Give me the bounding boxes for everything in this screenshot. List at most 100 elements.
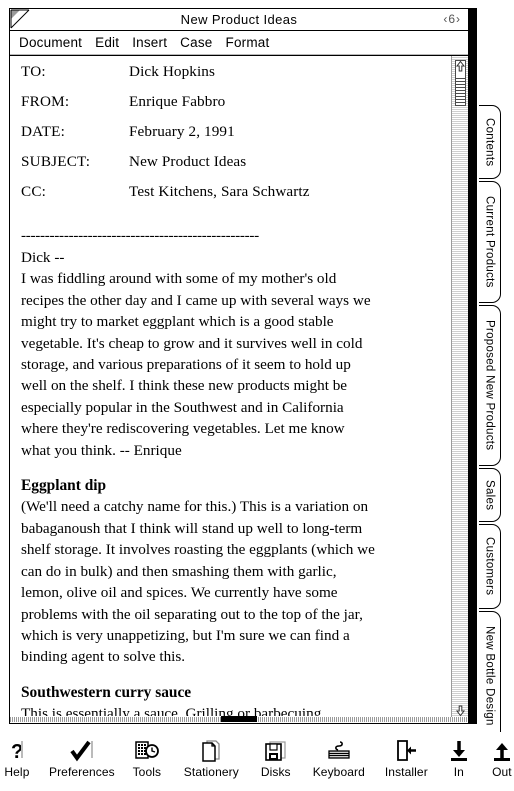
installer-door-icon bbox=[393, 737, 419, 763]
memo-label-subject: SUBJECT: bbox=[21, 153, 91, 170]
intro-line: storage, and various preparations of it … bbox=[21, 356, 351, 374]
page-indicator[interactable]: ‹6› bbox=[443, 12, 461, 26]
intro-line: vegetable. It's cheap to grow and it sur… bbox=[21, 334, 363, 352]
toolbar-label: Disks bbox=[260, 765, 291, 779]
memo-value-cc: Test Kitchens, Sara Schwartz bbox=[129, 183, 310, 200]
toolbar-label: Keyboard bbox=[312, 765, 365, 779]
scroll-up-arrow-icon[interactable] bbox=[455, 60, 466, 73]
memo-row-subject: SUBJECT: New Product Ideas bbox=[21, 152, 310, 182]
document-area: TO: Dick Hopkins FROM: Enrique Fabbro DA… bbox=[10, 55, 468, 722]
salutation-line: Dick -- bbox=[21, 249, 65, 266]
toolbar-button-out[interactable]: Out bbox=[490, 737, 514, 779]
memo-row-from: FROM: Enrique Fabbro bbox=[21, 92, 310, 122]
tab-current-products[interactable]: Current Products bbox=[479, 181, 501, 303]
menu-item-format[interactable]: Format bbox=[226, 35, 270, 50]
floppy-disk-icon bbox=[264, 737, 288, 763]
tab-label: Customers bbox=[483, 537, 496, 596]
toolbar-label: Out bbox=[492, 765, 512, 779]
tab-contents[interactable]: Contents bbox=[479, 105, 501, 179]
menu-item-insert[interactable]: Insert bbox=[132, 35, 167, 50]
tools-clock-icon bbox=[134, 737, 160, 763]
tab-label: Sales bbox=[483, 479, 496, 511]
intro-line: might try to market eggplant which is a … bbox=[21, 313, 334, 331]
menu-item-document[interactable]: Document bbox=[19, 35, 82, 50]
question-mark-icon: ? bbox=[6, 737, 28, 763]
arrow-up-tray-icon bbox=[491, 737, 513, 763]
section2-clipped-line: This is essentially a sauce. Grilling or… bbox=[21, 705, 322, 717]
intro-line: I was fiddling around with some of my mo… bbox=[21, 270, 337, 288]
side-tab-strip: Contents Current Products Proposed New P… bbox=[469, 8, 514, 741]
bottom-toolbar: ? Help Preferences Tools Stationery Disk… bbox=[0, 732, 514, 791]
tab-sales[interactable]: Sales bbox=[479, 468, 501, 522]
menu-bar: Document Edit Insert Case Format bbox=[10, 31, 468, 55]
vertical-scrollbar[interactable] bbox=[451, 56, 468, 722]
memo-label-from: FROM: bbox=[21, 93, 70, 110]
section1-line: (We'll need a catchy name for this.) Thi… bbox=[21, 498, 369, 516]
resize-corner-glyph bbox=[10, 9, 30, 29]
toolbar-label: Help bbox=[4, 765, 30, 779]
menu-item-edit[interactable]: Edit bbox=[95, 35, 119, 50]
toolbar-button-keyboard[interactable]: Keyboard bbox=[313, 737, 365, 779]
window-resize-handle-icon[interactable] bbox=[221, 716, 257, 722]
toolbar-button-tools[interactable]: Tools bbox=[130, 737, 164, 779]
resize-corner-icon[interactable] bbox=[10, 9, 32, 30]
tab-new-bottle-design[interactable]: New Bottle Design bbox=[479, 611, 501, 741]
section1-line: lemon, olive oil and spices. We currentl… bbox=[21, 584, 338, 602]
section1-line: which is very unappetizing, but I'm sure… bbox=[21, 626, 350, 644]
intro-line: well on the shelf. I think these new pro… bbox=[21, 377, 348, 395]
scroll-down-arrow-icon[interactable] bbox=[455, 704, 466, 717]
toolbar-button-disks[interactable]: Disks bbox=[259, 737, 293, 779]
intro-line: recipes the other day and I came up with… bbox=[21, 291, 371, 309]
tab-customers[interactable]: Customers bbox=[479, 524, 501, 609]
memo-value-date: February 2, 1991 bbox=[129, 123, 235, 140]
section1-paragraph: (We'll need a catchy name for this.) Thi… bbox=[21, 496, 443, 667]
section1-line: can do in bulk) and then smashing them w… bbox=[21, 562, 337, 580]
toolbar-label: Stationery bbox=[183, 765, 239, 779]
tab-spine bbox=[469, 8, 477, 724]
toolbar-label: Tools bbox=[132, 765, 162, 779]
memo-row-cc: CC: Test Kitchens, Sara Schwartz bbox=[21, 182, 310, 212]
window-titlebar[interactable]: New Product Ideas ‹6› bbox=[10, 9, 468, 31]
document-text-canvas[interactable]: TO: Dick Hopkins FROM: Enrique Fabbro DA… bbox=[15, 56, 447, 722]
memo-header-table: TO: Dick Hopkins FROM: Enrique Fabbro DA… bbox=[21, 62, 310, 212]
salutation: Dick -- bbox=[21, 247, 443, 268]
toolbar-label: In bbox=[453, 765, 464, 779]
toolbar-button-stationery[interactable]: Stationery bbox=[184, 737, 239, 779]
toolbar-button-in[interactable]: In bbox=[448, 737, 470, 779]
document-window: New Product Ideas ‹6› Document Edit Inse… bbox=[9, 8, 469, 724]
documents-stack-icon bbox=[199, 737, 223, 763]
memo-label-cc: CC: bbox=[21, 183, 47, 200]
memo-value-subject: New Product Ideas bbox=[129, 153, 247, 170]
section-heading-eggplant-dip: Eggplant dip bbox=[21, 477, 107, 495]
checkmark-icon bbox=[69, 737, 95, 763]
memo-value-to: Dick Hopkins bbox=[129, 63, 215, 80]
keyboard-icon bbox=[326, 737, 352, 763]
section1-line: shelf storage. It involves roasting the … bbox=[21, 541, 375, 559]
section-heading-southwestern-curry-sauce: Southwestern curry sauce bbox=[21, 683, 192, 701]
toolbar-button-help[interactable]: ? Help bbox=[0, 737, 34, 779]
tab-proposed-new-products[interactable]: Proposed New Products bbox=[479, 305, 501, 466]
tab-label: Contents bbox=[483, 117, 496, 167]
toolbar-label: Preferences bbox=[48, 765, 115, 779]
toolbar-button-preferences[interactable]: Preferences bbox=[49, 737, 115, 779]
intro-line: where they're rediscovering vegetables. … bbox=[21, 420, 345, 438]
window-title: New Product Ideas bbox=[180, 12, 298, 27]
section2-paragraph: This is essentially a sauce. Grilling or… bbox=[21, 703, 443, 716]
section1-line: problems with the oil separating out to … bbox=[21, 605, 363, 623]
menu-item-case[interactable]: Case bbox=[180, 35, 212, 50]
tab-label: Proposed New Products bbox=[483, 320, 496, 451]
arrow-down-tray-icon bbox=[448, 737, 470, 763]
memo-label-to: TO: bbox=[21, 63, 46, 80]
memo-row-date: DATE: February 2, 1991 bbox=[21, 122, 310, 152]
tab-label: New Bottle Design bbox=[483, 626, 496, 726]
intro-line: what you think. -- Enrique bbox=[21, 441, 182, 459]
toolbar-button-installer[interactable]: Installer bbox=[385, 737, 428, 779]
toolbar-label: Installer bbox=[384, 765, 428, 779]
tab-label: Current Products bbox=[483, 196, 496, 288]
intro-paragraph: I was fiddling around with some of my mo… bbox=[21, 268, 443, 461]
scrollbar-knob-icon[interactable] bbox=[455, 60, 466, 106]
memo-row-to: TO: Dick Hopkins bbox=[21, 62, 310, 92]
